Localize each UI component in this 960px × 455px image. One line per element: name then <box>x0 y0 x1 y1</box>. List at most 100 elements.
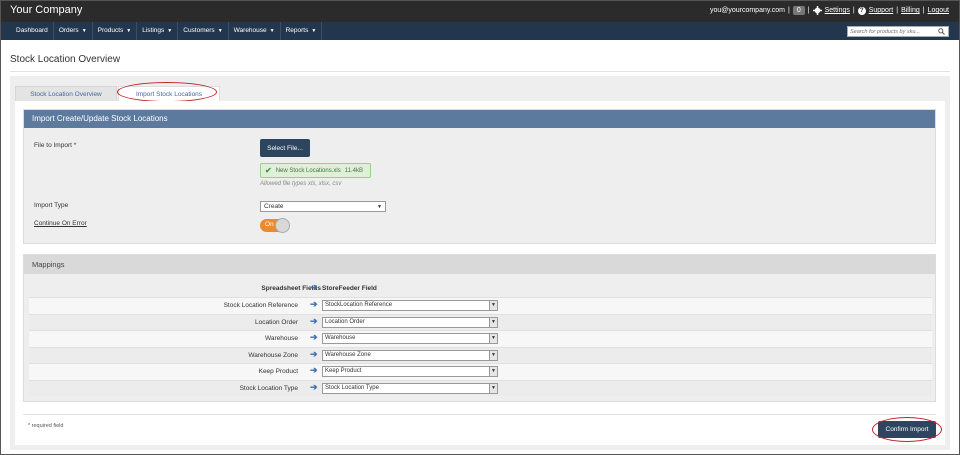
mappings-heading: Mappings <box>24 255 935 274</box>
mapped-field-value: Keep Product <box>325 368 362 374</box>
required-field-note: * required field <box>28 423 64 429</box>
arrow-right-icon: ➔ <box>310 348 318 359</box>
nav-item-label: Listings <box>142 27 165 34</box>
chevron-down-icon: ▼ <box>377 204 382 210</box>
support-link[interactable]: Support <box>869 7 894 14</box>
nav-item-label: Warehouse <box>233 27 267 34</box>
storefeeder-field-select[interactable]: StockLocation Reference ▼ <box>322 300 498 311</box>
nav-item-label: Customers <box>183 27 215 34</box>
caret-down-icon: ▼ <box>126 28 132 34</box>
caret-down-icon: ▼ <box>217 28 223 34</box>
main-nav: Dashboard Orders ▼ Products ▼ Listings ▼ Custom… <box>1 22 959 40</box>
billing-link[interactable]: Billing <box>901 7 920 14</box>
import-type-label: Import Type <box>34 202 69 209</box>
help-icon: ? <box>857 6 866 15</box>
nav-item-orders[interactable]: Orders ▼ <box>54 22 93 40</box>
mappings-table: Stock Location Reference ➔ StockLocation R… <box>29 297 932 396</box>
nav-item-customers[interactable]: Customers ▼ <box>178 22 229 40</box>
continue-on-error-toggle[interactable]: On <box>260 218 290 233</box>
caret-down-icon: ▼ <box>167 28 173 34</box>
mapping-row: Warehouse Zone ➔ Warehouse Zone ▼ <box>29 346 932 363</box>
nav-item-dashboard[interactable]: Dashboard <box>11 22 54 40</box>
search-input[interactable] <box>848 27 938 36</box>
mapping-row: Location Order ➔ Location Order ▼ <box>29 313 932 330</box>
import-panel-heading: Import Create/Update Stock Locations <box>24 110 935 128</box>
import-type-value: Create <box>264 203 284 210</box>
nav-items: Dashboard Orders ▼ Products ▼ Listings ▼ Custom… <box>11 22 323 40</box>
check-icon: ✔ <box>265 166 272 175</box>
caret-down-icon: ▼ <box>269 28 275 34</box>
arrow-right-icon: ➔ <box>310 315 318 326</box>
chevron-down-icon: ▼ <box>489 367 497 376</box>
storefeeder-field-select[interactable]: Location Order ▼ <box>322 316 498 328</box>
gear-icon <box>812 6 822 15</box>
chevron-down-icon: ▼ <box>489 301 497 310</box>
nav-item-reports[interactable]: Reports ▼ <box>281 22 323 40</box>
tabs-container: Stock Location Overview Import Stock Loc… <box>10 76 950 450</box>
chevron-down-icon: ▼ <box>489 317 497 327</box>
spreadsheet-field: Warehouse <box>265 335 298 342</box>
storefeeder-field-select[interactable]: Warehouse Zone ▼ <box>322 349 498 361</box>
nav-item-warehouse[interactable]: Warehouse ▼ <box>229 22 281 40</box>
separator: | <box>922 7 925 14</box>
divider <box>23 414 936 415</box>
mapped-field-value: Warehouse <box>325 335 356 341</box>
separator: | <box>896 7 899 14</box>
import-type-select[interactable]: Create ▼ <box>260 201 386 212</box>
storefeeder-field-select[interactable]: Keep Product ▼ <box>322 366 498 377</box>
storefeeder-field-select[interactable]: Stock Location Type ▼ <box>322 382 498 394</box>
search-icon[interactable] <box>938 28 945 35</box>
spreadsheet-field: Keep Product <box>258 368 298 375</box>
toggle-knob <box>275 218 290 233</box>
top-bar: Your Company you@yourcompany.com | 0 | S… <box>1 1 959 22</box>
arrow-right-icon: ➔ <box>310 365 318 375</box>
separator: | <box>788 7 790 14</box>
brand-name[interactable]: Your Company <box>10 4 82 16</box>
mapping-row: Stock Location Type ➔ Stock Location Type ▼ <box>29 379 932 396</box>
arrow-right-icon: ➔ <box>310 282 318 292</box>
file-to-import-label: File to Import * <box>34 142 77 149</box>
tab-content: Import Create/Update Stock Locations Fil… <box>15 101 945 445</box>
caret-down-icon: ▼ <box>81 28 87 34</box>
mapped-field-value: Stock Location Type <box>325 384 379 391</box>
logout-link[interactable]: Logout <box>928 7 949 14</box>
storefeeder-field-select[interactable]: Warehouse ▼ <box>322 333 498 344</box>
nav-item-label: Orders <box>58 27 79 34</box>
mapped-field-value: Warehouse Zone <box>325 351 371 358</box>
file-size: 11.4kB <box>344 167 363 174</box>
nav-item-label: Reports <box>285 27 309 34</box>
uploaded-file-badge: ✔ New Stock Locations.xls 11.4kB <box>260 163 371 178</box>
storefeeder-field-header: StoreFeeder Field <box>322 285 377 292</box>
settings-link[interactable]: Settings <box>825 7 850 14</box>
arrow-right-icon: ➔ <box>310 332 318 342</box>
arrow-right-icon: ➔ <box>310 299 318 309</box>
product-search[interactable] <box>847 26 949 37</box>
notification-badge[interactable]: 0 <box>792 6 805 15</box>
select-file-button[interactable]: Select File... <box>260 139 310 157</box>
spreadsheet-field: Warehouse Zone <box>248 351 298 359</box>
tab-stock-location-overview[interactable]: Stock Location Overview <box>15 86 117 101</box>
chevron-down-icon: ▼ <box>489 334 497 343</box>
nav-item-label: Dashboard <box>16 27 48 34</box>
chevron-down-icon: ▼ <box>489 350 497 360</box>
mapping-row: Stock Location Reference ➔ StockLocation R… <box>29 297 932 314</box>
continue-on-error-label[interactable]: Continue On Error <box>34 220 87 227</box>
caret-down-icon: ▼ <box>311 28 317 34</box>
nav-item-products[interactable]: Products ▼ <box>93 22 138 40</box>
mapped-field-value: StockLocation Reference <box>325 302 393 308</box>
nav-item-listings[interactable]: Listings ▼ <box>137 22 179 40</box>
mapping-row: Keep Product ➔ Keep Product ▼ <box>29 363 932 380</box>
chevron-down-icon: ▼ <box>489 383 497 393</box>
file-name: New Stock Locations.xls <box>275 167 341 174</box>
arrow-right-icon: ➔ <box>310 381 318 392</box>
divider <box>10 71 950 72</box>
mappings-panel: Mappings Spreadsheet Fields ➔ StoreFeede… <box>23 254 936 402</box>
user-area: you@yourcompany.com | 0 | Settings | ? S… <box>710 6 949 15</box>
separator: | <box>807 7 810 14</box>
highlight-ring <box>117 82 217 102</box>
nav-item-label: Products <box>97 27 124 34</box>
mapping-row: Warehouse ➔ Warehouse ▼ <box>29 330 932 347</box>
spreadsheet-field: Location Order <box>255 318 298 326</box>
import-panel: Import Create/Update Stock Locations Fil… <box>23 109 936 244</box>
spreadsheet-field: Stock Location Type <box>239 384 298 392</box>
